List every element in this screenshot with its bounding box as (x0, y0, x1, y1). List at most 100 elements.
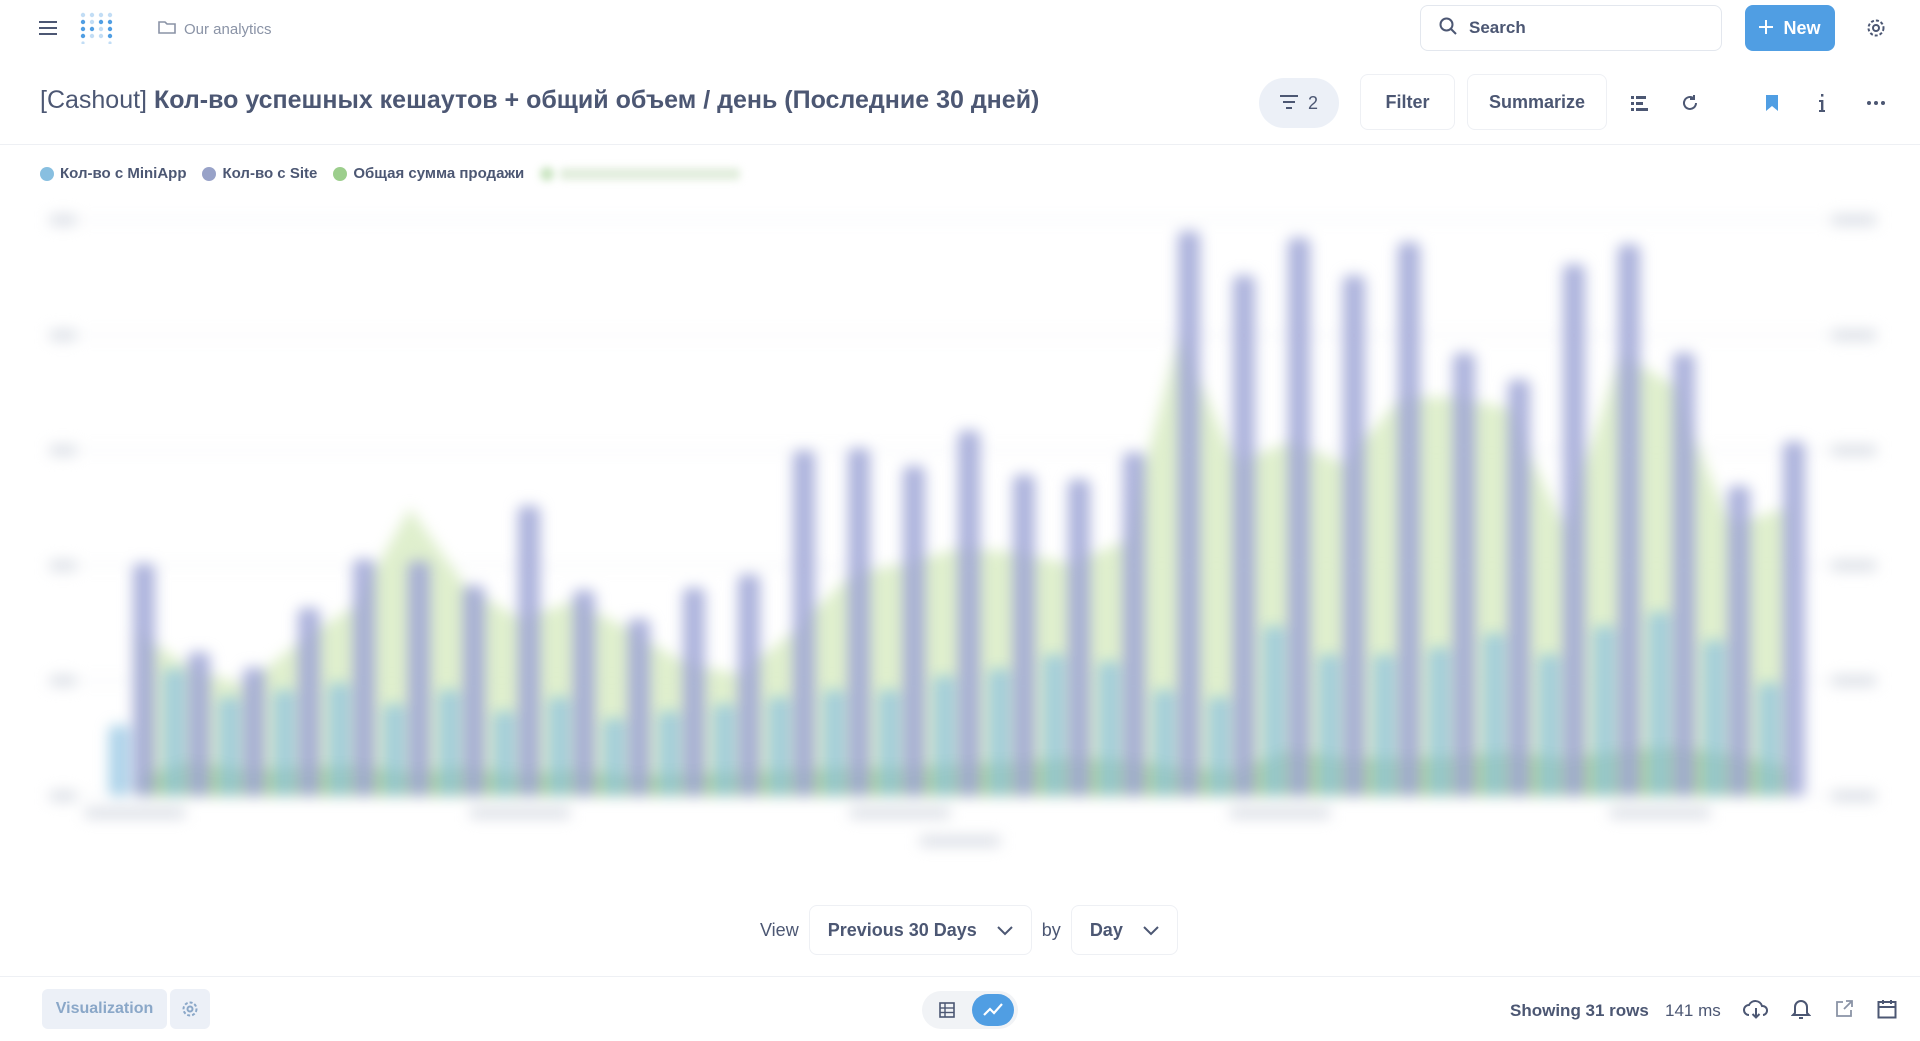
new-button-label: New (1783, 17, 1821, 38)
hamburger-menu-icon[interactable] (36, 16, 60, 40)
more-options-icon[interactable] (1862, 89, 1890, 117)
query-time: 141 ms (1665, 1001, 1721, 1020)
top-navigation-bar: Our analytics New (0, 0, 1920, 56)
chart-settings-gear-icon[interactable] (170, 989, 210, 1029)
site-bar (1673, 352, 1695, 796)
miniapp-bar (1704, 640, 1724, 796)
line-chart-view-icon[interactable] (972, 994, 1014, 1026)
bell-alert-icon[interactable] (1788, 996, 1814, 1022)
miniapp-bar (1594, 625, 1614, 796)
header-divider (0, 144, 1920, 145)
miniapp-bar (384, 703, 404, 796)
active-filters-pill[interactable]: 2 (1259, 78, 1339, 128)
share-external-icon[interactable] (1831, 996, 1857, 1022)
site-bar (628, 618, 650, 796)
legend-dot (540, 166, 555, 181)
site-bar (408, 561, 430, 796)
refresh-icon[interactable] (1676, 89, 1704, 117)
site-bar (1178, 231, 1200, 797)
new-button[interactable]: New (1745, 5, 1835, 51)
filter-count: 2 (1307, 92, 1318, 113)
miniapp-bar (1649, 611, 1669, 796)
site-bar (1013, 474, 1035, 796)
legend-item-site[interactable]: Кол-во с Site (202, 165, 317, 182)
miniapp-bar (1539, 654, 1559, 796)
x-axis-title (920, 836, 1000, 846)
calendar-icon[interactable] (1874, 996, 1900, 1022)
site-bar (1068, 479, 1090, 796)
period-select-value: Previous 30 Days (827, 919, 977, 940)
miniapp-bar (109, 725, 129, 796)
summarize-button[interactable]: Summarize (1467, 74, 1607, 130)
miniapp-bar (604, 718, 624, 796)
plus-icon (1759, 18, 1774, 39)
y-axis-tick-label (50, 560, 76, 571)
metabase-logo-icon[interactable] (80, 12, 114, 45)
x-axis-tick-label (1230, 808, 1330, 818)
search-input[interactable] (1469, 18, 1699, 38)
chart-legend: Кол-во с MiniApp Кол-во с Site Общая сум… (40, 165, 741, 182)
period-select[interactable]: Previous 30 Days (808, 905, 1032, 955)
legend-dot (202, 166, 217, 181)
filter-button[interactable]: Filter (1360, 74, 1455, 130)
question-tag: [Cashout] (40, 86, 148, 114)
chevron-down-icon (1143, 920, 1159, 941)
miniapp-bar (824, 689, 844, 796)
x-axis-tick-label (85, 808, 185, 818)
chevron-down-icon (997, 920, 1013, 941)
miniapp-bar (1319, 654, 1339, 796)
legend-item-total[interactable]: Общая сумма продажи (333, 165, 524, 182)
site-bar (1233, 275, 1255, 796)
site-bar (463, 585, 485, 796)
settings-gear-icon[interactable] (1864, 16, 1888, 40)
miniapp-bar (549, 696, 569, 796)
granularity-select[interactable]: Day (1070, 905, 1178, 955)
legend-item-miniapp[interactable]: Кол-во с MiniApp (40, 165, 186, 182)
site-bar (1728, 485, 1750, 796)
y-axis-tick-label (50, 675, 76, 686)
x-axis-tick-label (850, 808, 950, 818)
miniapp-bar (219, 696, 239, 796)
bookmark-icon[interactable] (1758, 89, 1786, 117)
miniapp-bar (1154, 689, 1174, 796)
question-period: (Последние 30 дней) (784, 86, 1040, 114)
y2-axis-tick-label (1832, 445, 1876, 456)
legend-label: Кол-во с MiniApp (60, 165, 187, 182)
miniapp-bar (1759, 682, 1779, 796)
site-bar (1618, 244, 1640, 796)
miniapp-bar (1264, 625, 1284, 796)
site-bar (353, 558, 375, 796)
y-axis-tick-label (50, 445, 76, 456)
site-bar (518, 505, 540, 796)
row-count: Showing 31 rows (1510, 1001, 1649, 1020)
table-view-icon[interactable] (934, 998, 960, 1022)
blurred-legend-label (560, 167, 741, 180)
info-icon[interactable] (1808, 89, 1836, 117)
site-bar (243, 667, 265, 796)
site-bar (738, 574, 760, 796)
view-toggle (922, 991, 1018, 1029)
question-title[interactable]: [Cashout] Кол-во успешных кешаутов + общ… (40, 86, 1039, 115)
site-bar (903, 465, 925, 796)
miniapp-bar (494, 710, 514, 796)
query-footer: Visualization Showing 31 rows 141 ms (0, 976, 1920, 1041)
legend-dot (333, 166, 348, 181)
site-bar (573, 589, 595, 796)
miniapp-bar (1044, 654, 1064, 796)
miniapp-bar (879, 689, 899, 796)
miniapp-bar (989, 668, 1009, 796)
site-bar (1453, 352, 1475, 796)
miniapp-bar (1484, 632, 1504, 796)
y2-axis-tick-label (1832, 215, 1876, 225)
download-cloud-icon[interactable] (1743, 996, 1769, 1022)
notebook-editor-icon[interactable] (1626, 89, 1654, 117)
y-axis-tick-label (50, 791, 76, 801)
legend-label: Кол-во с Site (222, 165, 318, 182)
y2-axis-tick-label (1832, 330, 1876, 341)
visualization-button[interactable]: Visualization (42, 989, 167, 1029)
by-label: by (1041, 919, 1061, 940)
search-box[interactable] (1420, 5, 1722, 51)
question-name: Кол-во успешных кешаутов + общий объем /… (153, 86, 778, 114)
breadcrumb-collection[interactable]: Our analytics (158, 18, 272, 40)
filter-lines-icon (1279, 93, 1298, 114)
